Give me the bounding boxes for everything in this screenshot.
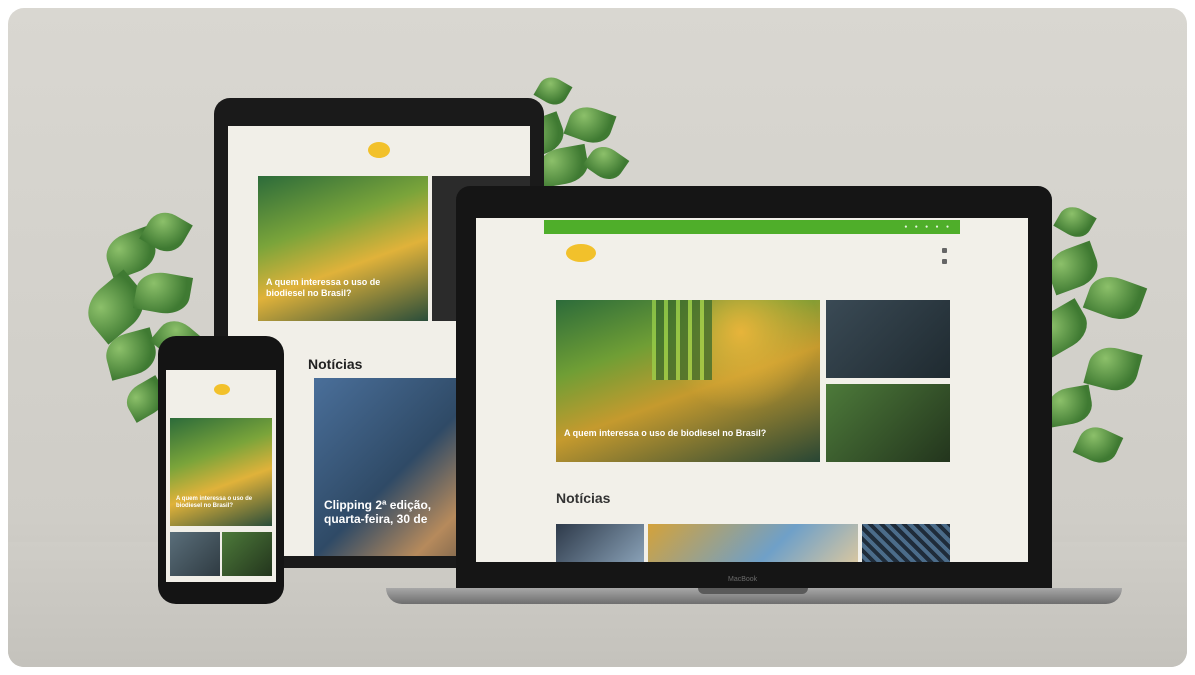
phone-thumb-1[interactable]	[170, 532, 220, 576]
laptop-side-icons[interactable]	[942, 248, 947, 270]
news-thumb-2[interactable]	[648, 524, 858, 562]
tablet-card-title[interactable]: Clipping 2ª edição, quarta-feira, 30 de	[324, 498, 474, 526]
laptop-logo[interactable]	[566, 244, 596, 262]
phone-screen: A quem interessa o uso de biodiesel no B…	[166, 370, 276, 582]
hero-image-detail	[652, 300, 712, 380]
laptop-hero-card[interactable]: A quem interessa o uso de biodiesel no B…	[556, 300, 820, 462]
laptop-section-title: Notícias	[556, 490, 611, 506]
laptop-side-card-1[interactable]	[826, 300, 950, 378]
tablet-status-bar	[228, 126, 530, 140]
social-icons[interactable]: ● ● ● ● ●	[904, 220, 952, 234]
phone-device: A quem interessa o uso de biodiesel no B…	[158, 336, 284, 604]
phone-thumb-2[interactable]	[222, 532, 272, 576]
news-thumb-3[interactable]	[862, 524, 950, 562]
search-icon[interactable]	[942, 248, 947, 253]
laptop-hero-title[interactable]: A quem interessa o uso de biodiesel no B…	[564, 428, 766, 438]
tablet-section-title: Notícias	[308, 356, 363, 372]
laptop-top-bar: ● ● ● ● ●	[544, 220, 960, 234]
menu-icon[interactable]	[942, 259, 947, 264]
tablet-logo[interactable]	[368, 142, 390, 158]
phone-hero-title[interactable]: A quem interessa o uso de biodiesel no B…	[176, 496, 264, 510]
laptop-notch	[698, 588, 808, 594]
tablet-hero-card[interactable]: A quem interessa o uso de biodiesel no B…	[258, 176, 428, 321]
laptop-brand: MacBook	[728, 576, 758, 583]
phone-logo[interactable]	[214, 384, 230, 395]
mockup-frame: A quem interessa o uso de biodiesel no B…	[8, 8, 1187, 667]
tablet-hero-title[interactable]: A quem interessa o uso de biodiesel no B…	[266, 277, 396, 299]
laptop-screen: ● ● ● ● ● A quem interessa o uso de biod…	[476, 218, 1028, 562]
news-thumb-1[interactable]	[556, 524, 644, 562]
laptop-side-card-2[interactable]	[826, 384, 950, 462]
phone-hero-card[interactable]: A quem interessa o uso de biodiesel no B…	[170, 418, 272, 526]
